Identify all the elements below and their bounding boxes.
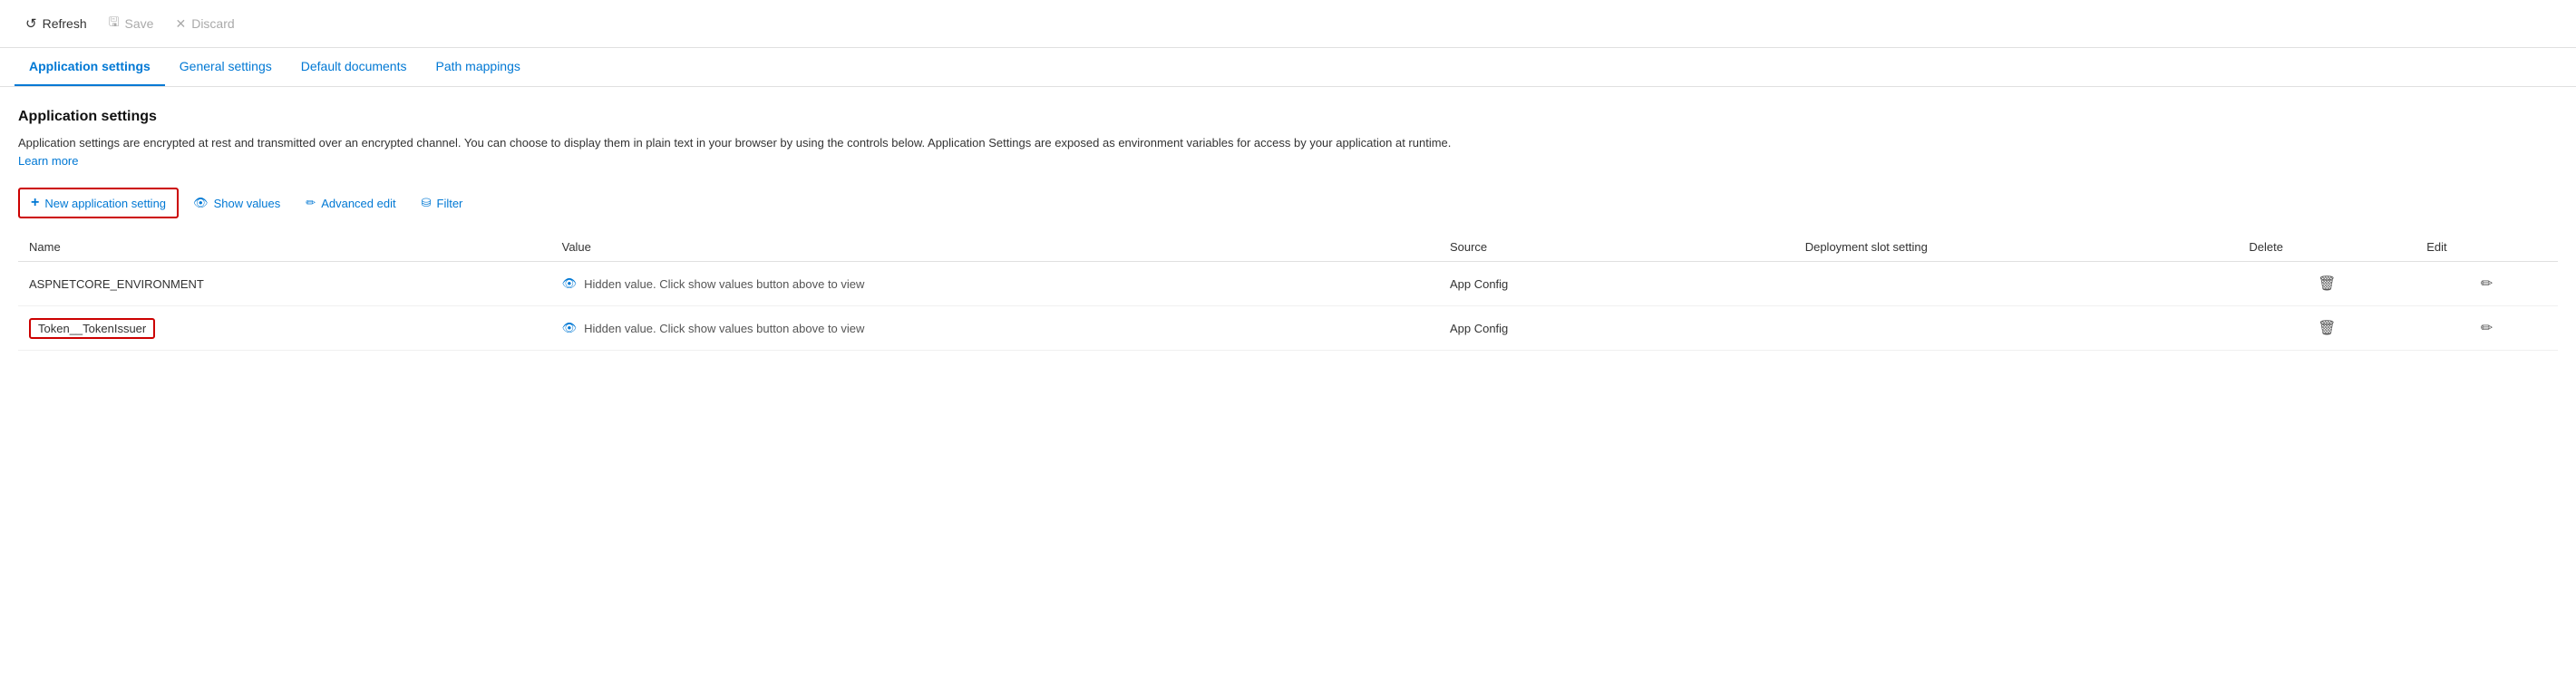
- settings-table: Name Value Source Deployment slot settin…: [18, 233, 2558, 351]
- new-setting-label: New application setting: [44, 197, 166, 210]
- col-header-source: Source: [1439, 233, 1794, 262]
- table-row: Token__TokenIssuer 👁Hidden value. Click s…: [18, 306, 2558, 351]
- trash-icon: 🗑: [2318, 276, 2336, 292]
- discard-button[interactable]: ✕ Discard: [164, 11, 245, 37]
- learn-more-link[interactable]: Learn more: [18, 154, 78, 168]
- table-row: ASPNETCORE_ENVIRONMENT👁Hidden value. Cli…: [18, 262, 2558, 306]
- new-application-setting-button[interactable]: + New application setting: [18, 188, 179, 218]
- setting-slot: [1794, 306, 2239, 351]
- edit-pencil-icon: ✏: [2481, 276, 2493, 292]
- tab-bar: Application settings General settings De…: [0, 48, 2576, 87]
- eye-icon: 👁: [562, 276, 578, 291]
- eye-icon: 👁: [562, 321, 578, 335]
- save-icon: 🖫: [109, 13, 120, 34]
- filter-icon: ⛁: [422, 196, 432, 210]
- edit-pencil-icon: ✏: [2481, 321, 2493, 336]
- discard-label: Discard: [191, 16, 234, 31]
- section-title: Application settings: [18, 109, 2558, 125]
- discard-icon: ✕: [175, 16, 186, 32]
- show-values-button[interactable]: 👁 Show values: [182, 190, 291, 216]
- col-header-delete: Delete: [2238, 233, 2416, 262]
- col-header-value: Value: [551, 233, 1439, 262]
- setting-name: ASPNETCORE_ENVIRONMENT: [18, 262, 551, 306]
- description: Application settings are encrypted at re…: [18, 134, 1469, 169]
- setting-value: 👁Hidden value. Click show values button …: [551, 262, 1439, 306]
- edit-button[interactable]: ✏: [2474, 315, 2500, 341]
- pencil-icon: ✏: [306, 196, 316, 210]
- show-values-label: Show values: [214, 197, 281, 210]
- setting-name: Token__TokenIssuer: [29, 318, 155, 339]
- tab-application-settings[interactable]: Application settings: [15, 48, 165, 86]
- filter-label: Filter: [437, 197, 463, 210]
- setting-source: App Config: [1439, 262, 1794, 306]
- setting-value: 👁Hidden value. Click show values button …: [551, 306, 1439, 351]
- save-label: Save: [125, 16, 154, 31]
- eye-icon: 👁: [193, 196, 209, 210]
- advanced-edit-button[interactable]: ✏ Advanced edit: [295, 190, 406, 216]
- col-header-name: Name: [18, 233, 551, 262]
- table-header-row: Name Value Source Deployment slot settin…: [18, 233, 2558, 262]
- action-bar: + New application setting 👁 Show values …: [18, 188, 2558, 218]
- refresh-button[interactable]: ↺ Refresh: [15, 10, 98, 37]
- col-header-edit: Edit: [2416, 233, 2558, 262]
- refresh-icon: ↺: [25, 15, 37, 32]
- edit-button[interactable]: ✏: [2474, 271, 2500, 296]
- setting-slot: [1794, 262, 2239, 306]
- tab-path-mappings[interactable]: Path mappings: [421, 48, 534, 86]
- refresh-label: Refresh: [43, 16, 87, 31]
- delete-button[interactable]: 🗑: [2310, 271, 2343, 296]
- advanced-edit-label: Advanced edit: [321, 197, 395, 210]
- delete-button[interactable]: 🗑: [2310, 315, 2343, 341]
- content-area: Application settings Application setting…: [0, 87, 2576, 372]
- col-header-slot: Deployment slot setting: [1794, 233, 2239, 262]
- tab-general-settings[interactable]: General settings: [165, 48, 287, 86]
- save-button[interactable]: 🖫 Save: [98, 7, 165, 40]
- trash-icon: 🗑: [2318, 321, 2336, 336]
- tab-default-documents[interactable]: Default documents: [287, 48, 422, 86]
- filter-button[interactable]: ⛁ Filter: [411, 190, 474, 216]
- plus-icon: +: [31, 195, 39, 211]
- setting-source: App Config: [1439, 306, 1794, 351]
- toolbar: ↺ Refresh 🖫 Save ✕ Discard: [0, 0, 2576, 48]
